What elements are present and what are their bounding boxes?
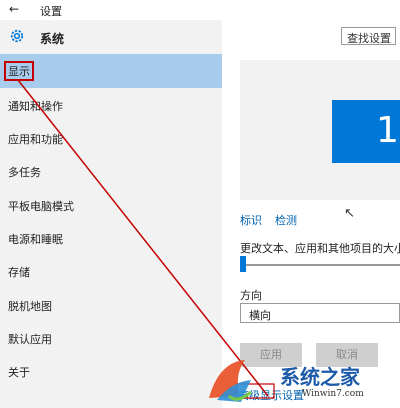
watermark-url: Winwin7.com [302, 389, 364, 399]
annotation-arrow [17, 79, 275, 399]
watermark-brand: 系统之家 [280, 365, 360, 389]
